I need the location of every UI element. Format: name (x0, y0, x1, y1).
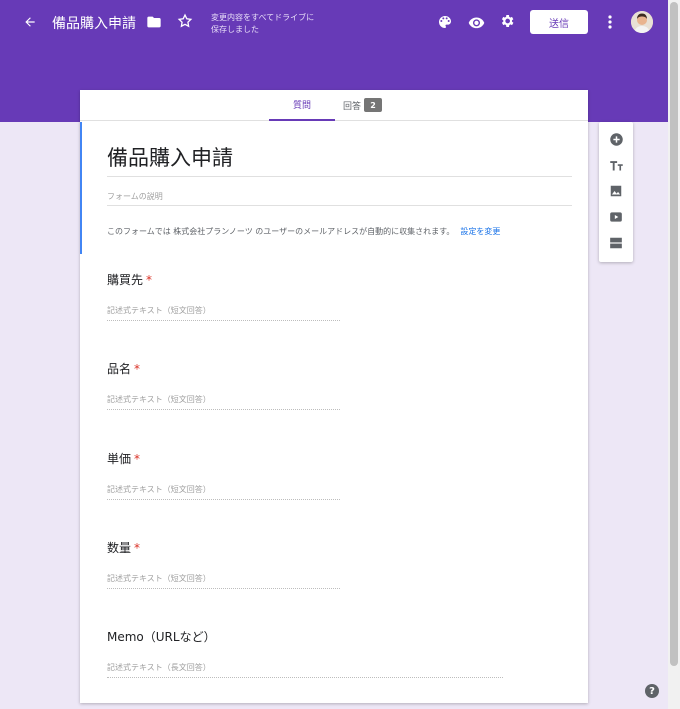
scrollbar-thumb[interactable] (670, 2, 678, 666)
floating-toolbar (599, 122, 633, 262)
required-asterisk: * (146, 273, 153, 287)
help-icon[interactable]: ? (645, 684, 659, 698)
doc-title[interactable]: 備品購入申請 (52, 13, 136, 33)
long-answer-placeholder: 記述式テキスト（長文回答） (107, 662, 503, 678)
title-underline (107, 176, 572, 177)
add-title-icon[interactable] (608, 157, 624, 173)
add-section-icon[interactable] (608, 235, 624, 251)
user-avatar[interactable] (631, 11, 653, 33)
question-title: 購買先 (107, 273, 144, 287)
required-asterisk: * (134, 362, 141, 376)
palette-icon[interactable] (436, 13, 454, 31)
add-question-icon[interactable] (608, 131, 624, 147)
responses-count-badge: 2 (364, 98, 382, 112)
add-image-icon[interactable] (608, 183, 624, 199)
save-status: 変更内容をすべてドライブに 保存しました (211, 13, 315, 34)
tab-bar: 質問 回答 2 (80, 90, 588, 121)
question-unit-price[interactable]: 単価 * 記述式テキスト（短文回答） (107, 450, 567, 500)
change-settings-link[interactable]: 設定を変更 (460, 227, 500, 236)
add-video-icon[interactable] (608, 209, 624, 225)
short-answer-placeholder: 記述式テキスト（短文回答） (107, 484, 340, 500)
settings-gear-icon[interactable] (498, 12, 516, 30)
question-quantity[interactable]: 数量 * 記述式テキスト（短文回答） (107, 539, 567, 589)
selected-section-accent (80, 122, 82, 254)
short-answer-placeholder: 記述式テキスト（短文回答） (107, 305, 340, 321)
back-arrow-icon[interactable] (20, 12, 40, 32)
form-title[interactable]: 備品購入申請 (107, 142, 233, 172)
question-title: 数量 (107, 541, 132, 555)
folder-icon[interactable] (145, 13, 163, 31)
send-button[interactable]: 送信 (530, 10, 588, 34)
form-title-section: 備品購入申請 フォームの説明 このフォームでは 株式会社プランノーツ のユーザー… (80, 122, 588, 254)
email-collection-notice: このフォームでは 株式会社プランノーツ のユーザーのメールアドレスが自動的に収集… (107, 227, 501, 236)
preview-eye-icon[interactable] (467, 13, 485, 31)
more-vert-icon[interactable] (603, 12, 617, 32)
short-answer-placeholder: 記述式テキスト（短文回答） (107, 573, 340, 589)
question-memo[interactable]: Memo（URLなど） 記述式テキスト（長文回答） (107, 628, 567, 678)
question-supplier[interactable]: 購買先 * 記述式テキスト（短文回答） (107, 271, 567, 321)
question-title: Memo（URLなど） (107, 630, 216, 644)
description-underline (107, 205, 572, 206)
short-answer-placeholder: 記述式テキスト（短文回答） (107, 394, 340, 410)
question-title: 品名 (107, 362, 132, 376)
required-asterisk: * (134, 452, 141, 466)
form-card: 質問 回答 2 備品購入申請 フォームの説明 このフォームでは 株式会社プランノ… (80, 90, 588, 703)
tab-questions[interactable]: 質問 (269, 90, 335, 121)
question-item-name[interactable]: 品名 * 記述式テキスト（短文回答） (107, 360, 567, 410)
form-description-field[interactable]: フォームの説明 (107, 191, 163, 202)
star-icon[interactable] (176, 12, 194, 30)
required-asterisk: * (134, 541, 141, 555)
question-title: 単価 (107, 452, 132, 466)
